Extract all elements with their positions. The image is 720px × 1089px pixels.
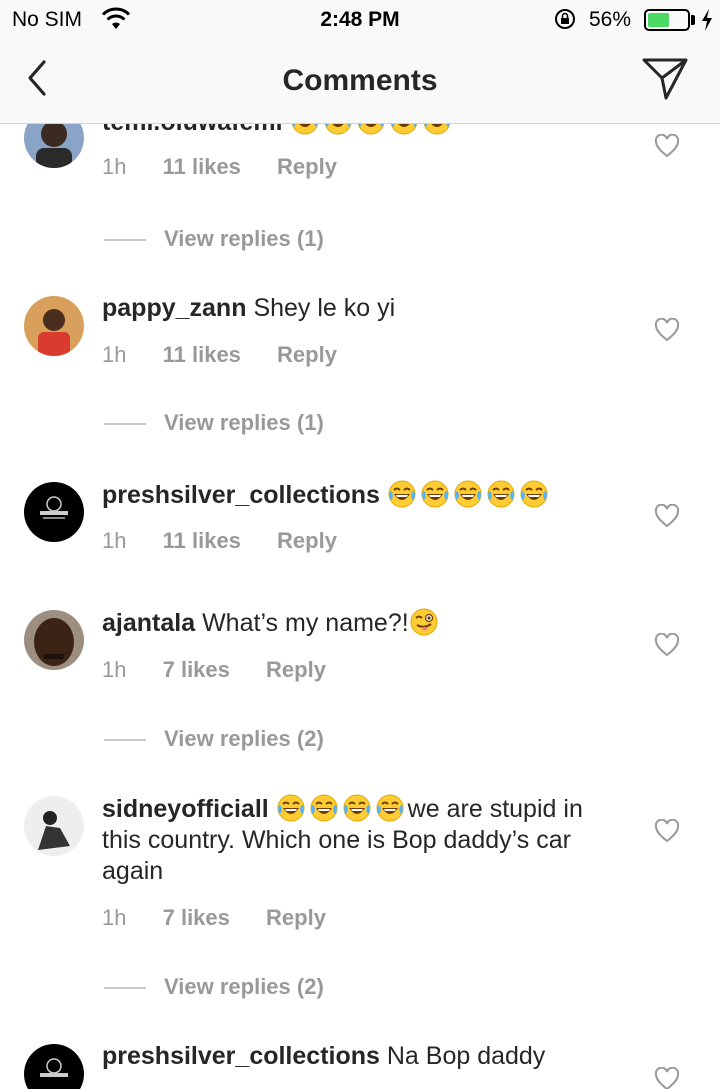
avatar[interactable]: [24, 124, 84, 168]
comment-time: 1h: [102, 657, 127, 682]
comment-time: 1h: [102, 154, 127, 179]
laugh-emoji-icon: [420, 479, 450, 509]
reply-button[interactable]: Reply: [277, 154, 337, 179]
comment-text: Shey le ko yi: [253, 294, 396, 322]
avatar[interactable]: [24, 610, 84, 670]
heart-icon[interactable]: [654, 633, 680, 657]
comment-meta: 1h 11 likes Reply: [102, 528, 367, 554]
heart-icon[interactable]: [654, 134, 680, 158]
comment-emojis: [387, 481, 552, 509]
laugh-emoji-icon: [356, 124, 386, 136]
laugh-emoji-icon: [519, 479, 549, 509]
comment-likes[interactable]: 11 likes: [163, 342, 241, 367]
view-replies-button[interactable]: View replies (2): [104, 726, 324, 752]
avatar[interactable]: [24, 296, 84, 356]
view-replies-label: View replies (1): [164, 410, 324, 435]
divider-line: [104, 239, 146, 242]
comment-likes[interactable]: 11 likes: [163, 154, 241, 179]
laugh-emoji-icon: [323, 124, 353, 136]
battery-level-fill: [648, 13, 670, 27]
laugh-emoji-icon: [342, 793, 372, 823]
avatar[interactable]: [24, 482, 84, 542]
divider-line: [104, 739, 146, 742]
comment-body: pappy_zann Shey le ko yi: [102, 293, 622, 324]
comment-username[interactable]: preshsilver_collections: [102, 481, 380, 509]
comment-username[interactable]: pappy_zann: [102, 294, 246, 322]
comment-body: sidneyofficiall we are stupid in this co…: [102, 793, 622, 887]
reply-button[interactable]: Reply: [277, 528, 337, 553]
laugh-emoji-icon: [389, 124, 419, 136]
view-replies-button[interactable]: View replies (1): [104, 226, 324, 252]
heart-icon[interactable]: [654, 318, 680, 342]
reply-button[interactable]: Reply: [277, 342, 337, 367]
view-replies-button[interactable]: View replies (2): [104, 974, 324, 1000]
laugh-emoji-icon: [453, 479, 483, 509]
comment-meta: 1h 11 likes Reply: [102, 342, 367, 368]
heart-icon[interactable]: [654, 504, 680, 528]
laugh-emoji-icon: [290, 124, 320, 136]
divider-line: [104, 987, 146, 990]
comment-username[interactable]: sidneyofficiall: [102, 795, 269, 823]
page-title: Comments: [282, 64, 438, 97]
comment-likes[interactable]: 11 likes: [163, 528, 241, 553]
divider-line: [104, 423, 146, 426]
comments-list[interactable]: temi.oluwafemi 1h 11 likes Reply View re…: [0, 124, 720, 1089]
laugh-emoji-icon: [387, 479, 417, 509]
reply-button[interactable]: Reply: [266, 657, 326, 682]
view-replies-button[interactable]: View replies (1): [104, 410, 324, 436]
heart-icon[interactable]: [654, 819, 680, 843]
comment-username[interactable]: temi.oluwafemi: [102, 124, 283, 136]
laugh-emoji-icon: [422, 124, 452, 136]
battery-cap: [691, 15, 695, 25]
heart-icon[interactable]: [654, 1067, 680, 1089]
comment-text: Na Bop daddy: [386, 1042, 546, 1070]
comment-meta: 1h 7 likes Reply: [102, 905, 356, 931]
wink-tongue-emoji-icon: [409, 607, 439, 637]
comment-likes[interactable]: 7 likes: [163, 657, 230, 682]
status-bar: No SIM 2:48 PM 56%: [0, 0, 720, 40]
comment-text: What’s my name?!: [202, 609, 442, 637]
comment-likes[interactable]: 7 likes: [163, 905, 230, 930]
comment-body: preshsilver_collections Na Bop daddy: [102, 1041, 622, 1072]
laugh-emoji-icon: [486, 479, 516, 509]
rotation-lock-icon: [555, 9, 575, 29]
laugh-emoji-icon: [276, 793, 306, 823]
comment-meta: 1h 7 likes Reply: [102, 657, 356, 683]
view-replies-label: View replies (1): [164, 226, 324, 251]
comment-time: 1h: [102, 528, 127, 553]
comment-username[interactable]: preshsilver_collections: [102, 1042, 380, 1070]
comment-meta: 1h 11 likes Reply: [102, 154, 367, 180]
battery-percent: 56%: [589, 8, 632, 31]
reply-button[interactable]: Reply: [266, 905, 326, 930]
view-replies-label: View replies (2): [164, 974, 324, 999]
comment-emojis: [290, 124, 455, 136]
comment-body: ajantala What’s my name?!: [102, 607, 622, 639]
avatar[interactable]: [24, 796, 84, 856]
view-replies-label: View replies (2): [164, 726, 324, 751]
laugh-emoji-icon: [309, 793, 339, 823]
laugh-emoji-icon: [375, 793, 405, 823]
battery-icon: [644, 9, 690, 31]
comment-username[interactable]: ajantala: [102, 609, 195, 637]
paper-plane-icon[interactable]: [640, 56, 690, 102]
comment-body: preshsilver_collections: [102, 479, 622, 511]
comment-time: 1h: [102, 905, 127, 930]
avatar[interactable]: [24, 1044, 84, 1089]
navigation-bar: Comments: [0, 40, 720, 124]
charging-bolt-icon: [702, 9, 712, 31]
comment-body: temi.oluwafemi: [102, 124, 622, 138]
comment-time: 1h: [102, 342, 127, 367]
